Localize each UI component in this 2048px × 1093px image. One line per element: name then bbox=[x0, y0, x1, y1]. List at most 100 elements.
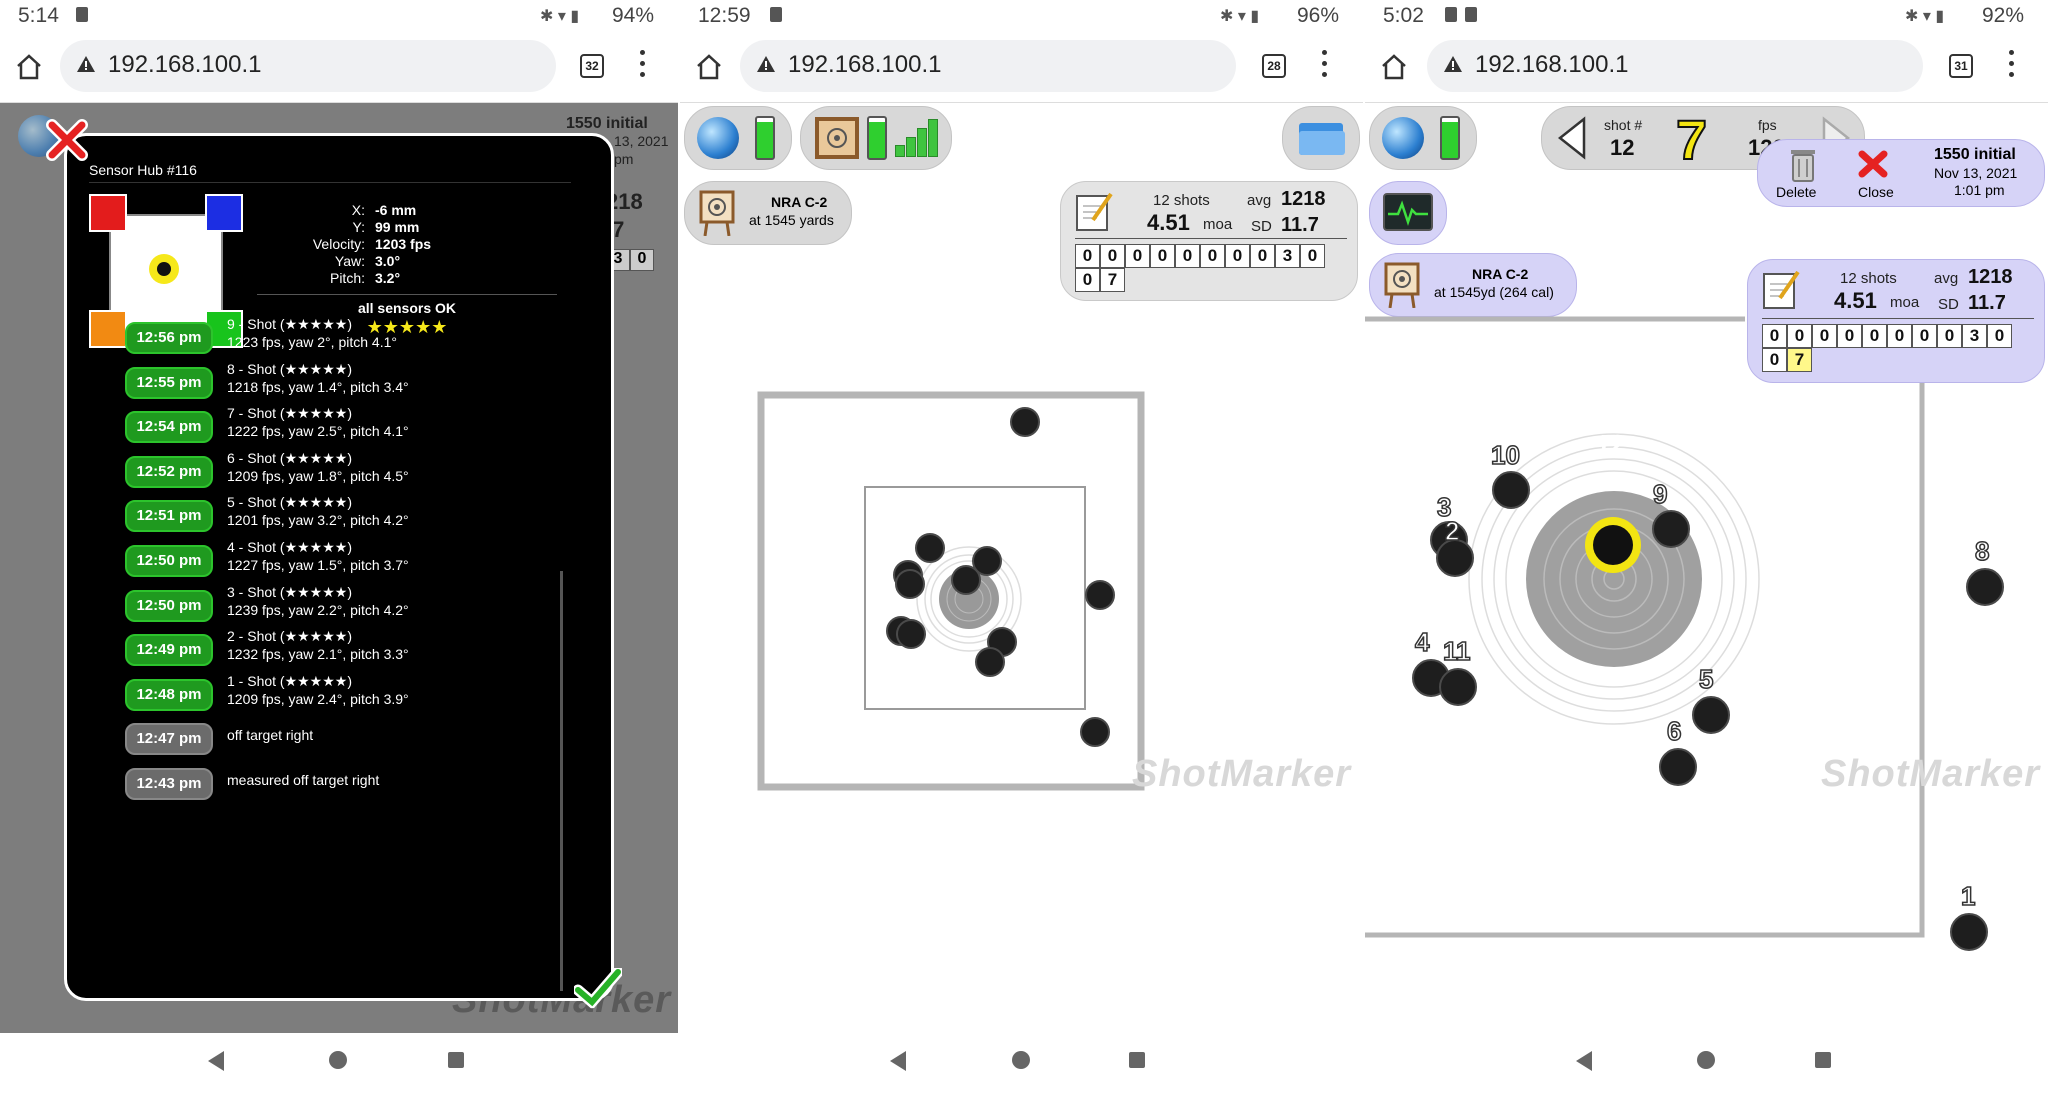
event-time-badge: 12:51 pm bbox=[125, 500, 213, 533]
address-field[interactable]: 192.168.100.1 bbox=[740, 40, 1236, 92]
warning-icon bbox=[77, 56, 95, 72]
shot-hole bbox=[1966, 568, 2004, 606]
event-row[interactable]: 12:48 pm 1 - Shot (★★★★★) 1209 fps, yaw 2.… bbox=[125, 673, 545, 717]
home-circle-icon[interactable] bbox=[1012, 1051, 1030, 1069]
shot-detail-content: shot # 12 7 fps 1203 Delete Close 1550 i… bbox=[1365, 103, 2048, 1033]
close-x-icon[interactable] bbox=[44, 117, 90, 163]
event-time-badge: 12:52 pm bbox=[125, 455, 213, 488]
home-icon[interactable] bbox=[14, 52, 44, 82]
event-row[interactable]: 12:49 pm 2 - Shot (★★★★★) 1232 fps, yaw 2.… bbox=[125, 628, 545, 672]
event-detail: 1222 fps, yaw 2.5°, pitch 4.1° bbox=[227, 423, 409, 440]
sensor-value: 99 mm bbox=[375, 219, 420, 235]
url-text: 192.168.100.1 bbox=[108, 51, 262, 78]
tab-switcher-button[interactable]: 28 bbox=[1262, 54, 1286, 78]
event-title: 8 - Shot (★★★★★) bbox=[227, 360, 352, 377]
sensor-label: X: bbox=[351, 202, 365, 218]
event-row[interactable]: 12:56 pm 9 - Shot (★★★★★) 1223 fps, yaw 2°… bbox=[125, 316, 545, 360]
event-time-badge: 12:54 pm bbox=[125, 411, 213, 444]
back-icon[interactable] bbox=[890, 1051, 906, 1071]
event-title: measured off target right bbox=[227, 772, 380, 788]
recents-icon[interactable] bbox=[1129, 1052, 1145, 1068]
status-bar: 5:02 ✱ ▾ ▮ 92% bbox=[1365, 0, 2048, 32]
event-row[interactable]: 12:50 pm 4 - Shot (★★★★★) 1227 fps, yaw 1.… bbox=[125, 539, 545, 583]
shot-hole bbox=[896, 619, 926, 649]
shot-hole bbox=[1010, 407, 1040, 437]
browser-url-bar: 192.168.100.1 32 bbox=[0, 32, 678, 103]
event-row[interactable]: 12:43 pm measured off target right bbox=[125, 762, 545, 806]
recents-icon[interactable] bbox=[1815, 1052, 1831, 1068]
shot-hole bbox=[1950, 913, 1988, 951]
event-detail: 1227 fps, yaw 1.5°, pitch 3.7° bbox=[227, 557, 409, 573]
event-row[interactable]: 12:47 pm off target right bbox=[125, 717, 545, 761]
tab-switcher-button[interactable]: 31 bbox=[1949, 54, 1973, 78]
android-nav-bar bbox=[680, 1033, 1363, 1093]
event-detail: 1232 fps, yaw 2.1°, pitch 3.3° bbox=[227, 646, 409, 663]
home-circle-icon[interactable] bbox=[329, 1051, 347, 1069]
event-row[interactable]: 12:55 pm 8 - Shot (★★★★★) 1218 fps, yaw 1.… bbox=[125, 361, 545, 405]
avg-value: 1218 bbox=[1968, 266, 2013, 288]
event-row[interactable]: 12:52 pm 6 - Shot (★★★★★) 1209 fps, yaw 1.… bbox=[125, 450, 545, 494]
shot-hole bbox=[1439, 668, 1477, 706]
divider bbox=[1762, 318, 2034, 319]
event-time-badge: 12:50 pm bbox=[125, 589, 213, 622]
stats-card[interactable]: 12 shots 4.51 moa avg 1218 SD 11.7 00000… bbox=[1747, 259, 2045, 383]
address-field[interactable]: 192.168.100.1 bbox=[1427, 40, 1923, 92]
sensor-value: 1203 fps bbox=[375, 236, 432, 252]
event-title: 6 - Shot (★★★★★) bbox=[227, 449, 352, 466]
recents-icon[interactable] bbox=[448, 1052, 464, 1068]
back-icon[interactable] bbox=[1576, 1051, 1592, 1071]
address-field[interactable]: 192.168.100.1 bbox=[60, 40, 556, 92]
shot-hole bbox=[951, 565, 981, 595]
shot-label: 8 bbox=[1974, 535, 1990, 567]
home-circle-icon[interactable] bbox=[1697, 1051, 1715, 1069]
sd-card-icon bbox=[1465, 7, 1477, 22]
menu-icon[interactable] bbox=[640, 50, 646, 80]
status-bar: 12:59 ✱ ▾ ▮ 96% bbox=[680, 0, 1363, 32]
home-icon[interactable] bbox=[694, 52, 724, 82]
event-row[interactable]: 12:50 pm 3 - Shot (★★★★★) 1239 fps, yaw 2.… bbox=[125, 584, 545, 628]
score-cell: 0 bbox=[1812, 324, 1837, 348]
battery-percent: 94% bbox=[611, 4, 654, 27]
event-detail: 1209 fps, yaw 1.8°, pitch 4.5° bbox=[227, 467, 409, 484]
sensor-label: Velocity: bbox=[312, 236, 365, 252]
shot-hole bbox=[915, 533, 945, 563]
checkmark-icon[interactable] bbox=[574, 968, 622, 1008]
scrollbar[interactable] bbox=[560, 571, 563, 991]
event-row[interactable]: 12:51 pm 5 - Shot (★★★★★) 1201 fps, yaw 3.… bbox=[125, 494, 545, 538]
tab-switcher-button[interactable]: 32 bbox=[580, 54, 604, 78]
event-time-badge: 12:43 pm bbox=[125, 768, 213, 800]
score-cell: 0 bbox=[1912, 324, 1937, 348]
watermark: ShotMarker bbox=[1821, 753, 2041, 795]
shot-label: 9 bbox=[1652, 478, 1668, 510]
back-icon[interactable] bbox=[208, 1051, 224, 1071]
shots-count: 12 shots bbox=[1840, 270, 1897, 287]
panel-sensor-hub: 5:14 ✱ ▾ ▮ 94% 192.168.100.1 32 1550 ini… bbox=[0, 0, 678, 1093]
menu-icon[interactable] bbox=[2009, 50, 2015, 80]
event-title: 9 - Shot (★★★★★) bbox=[227, 316, 352, 332]
shot-hole bbox=[1659, 748, 1697, 786]
url-text: 192.168.100.1 bbox=[788, 51, 942, 78]
shot-hole bbox=[895, 569, 925, 599]
score-cell: 0 bbox=[1887, 324, 1912, 348]
browser-url-bar: 192.168.100.1 31 bbox=[1365, 32, 2048, 103]
shot-hole bbox=[1492, 471, 1530, 509]
url-text: 192.168.100.1 bbox=[1475, 51, 1629, 78]
event-title: 2 - Shot (★★★★★) bbox=[227, 628, 352, 645]
score-cell: 0 bbox=[1837, 324, 1862, 348]
event-row[interactable]: 12:54 pm 7 - Shot (★★★★★) 1222 fps, yaw 2.… bbox=[125, 405, 545, 449]
image-icon bbox=[1445, 7, 1457, 22]
warning-icon bbox=[757, 56, 775, 72]
panel-shot-detail: 5:02 ✱ ▾ ▮ 92% 192.168.100.1 31 shot # 1… bbox=[1365, 0, 2048, 1093]
sensor-red bbox=[89, 194, 127, 232]
warning-icon bbox=[1444, 56, 1462, 72]
sd-card-icon bbox=[770, 7, 782, 22]
score-grid: 000000003007 bbox=[1762, 324, 2012, 372]
sensor-status: all sensors OK bbox=[357, 300, 457, 316]
moa-value: 4.51 bbox=[1834, 288, 1877, 313]
sensor-hub-dialog: Sensor Hub #116 X: -6 mm Y: 99 mm Veloci… bbox=[64, 133, 614, 1001]
shot-hole bbox=[1085, 580, 1115, 610]
android-nav-bar bbox=[1365, 1033, 2048, 1093]
menu-icon[interactable] bbox=[1322, 50, 1328, 80]
shot-label: 1 bbox=[1960, 880, 1976, 912]
home-icon[interactable] bbox=[1379, 52, 1409, 82]
